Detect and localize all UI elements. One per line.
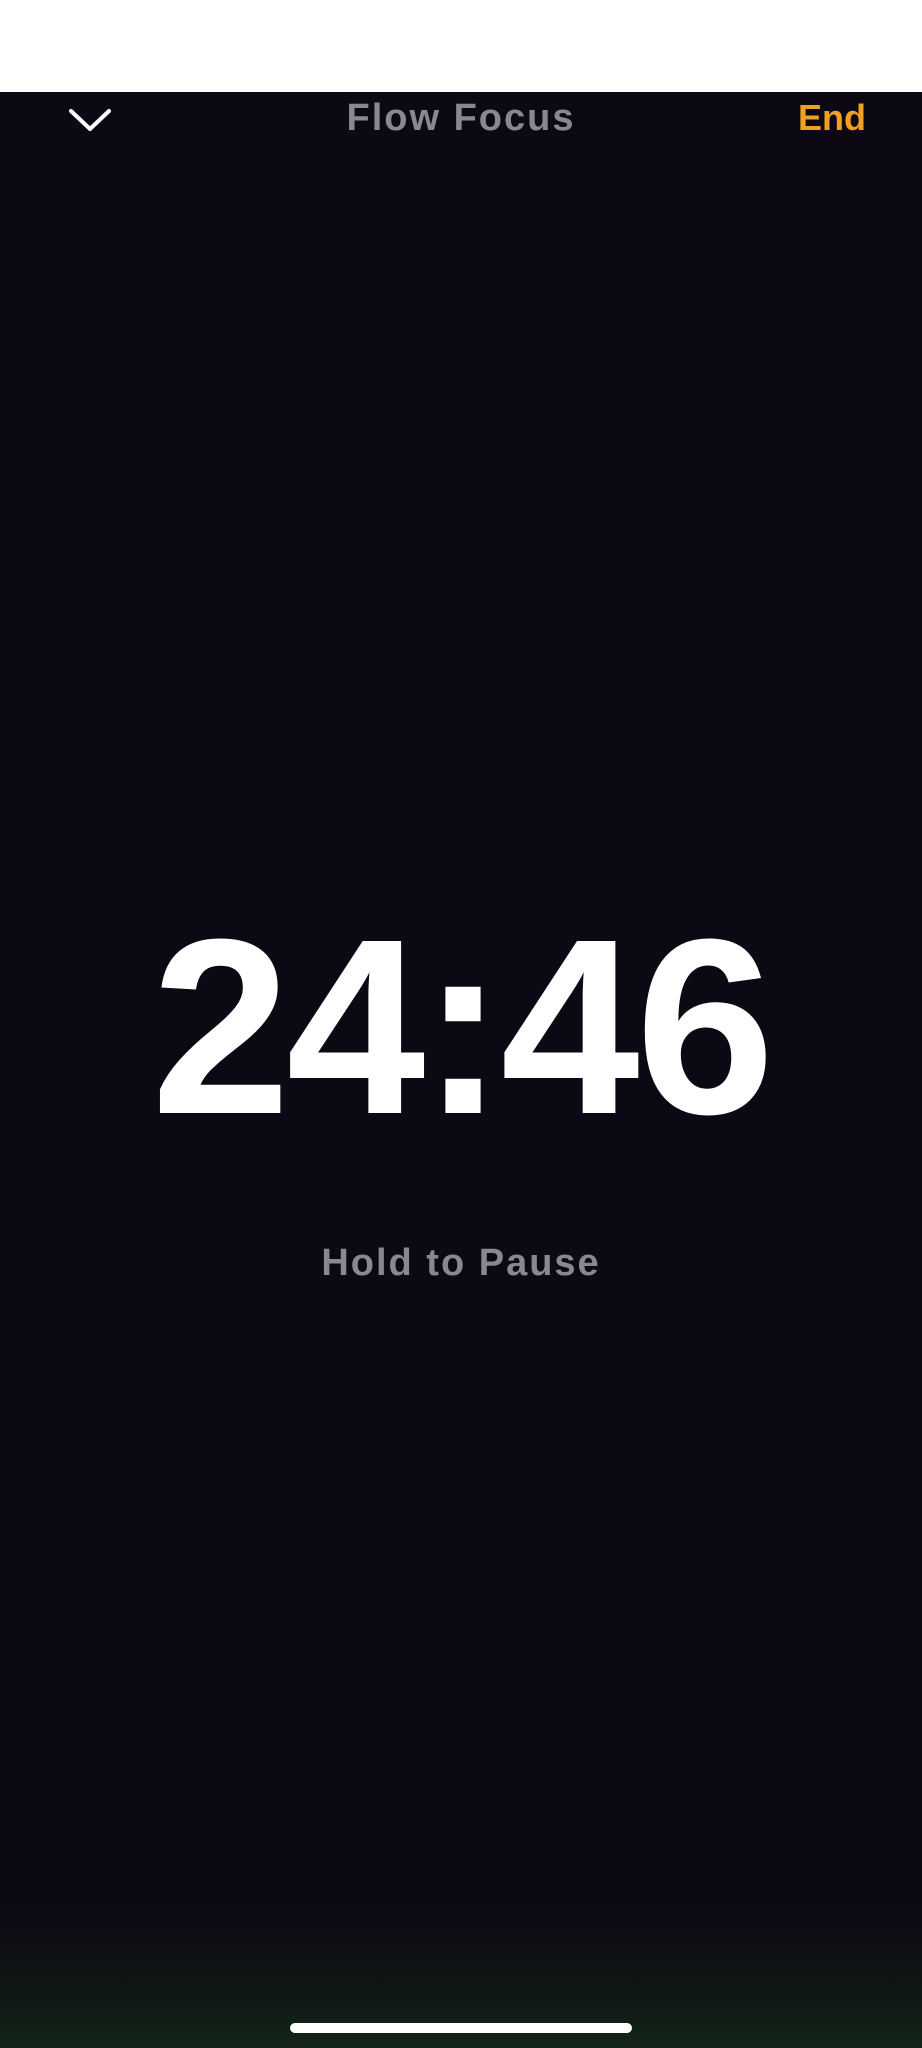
home-indicator[interactable]: [290, 2023, 632, 2033]
header: Flow Focus End: [0, 92, 922, 152]
focus-screen: Flow Focus End 24:46 Hold to Pause: [0, 92, 922, 2048]
timer-display[interactable]: 24:46: [0, 902, 922, 1152]
page-title: Flow Focus: [346, 97, 576, 139]
pause-hint: Hold to Pause: [321, 1242, 601, 1284]
status-bar-area: [0, 0, 922, 92]
end-button[interactable]: End: [798, 97, 866, 139]
